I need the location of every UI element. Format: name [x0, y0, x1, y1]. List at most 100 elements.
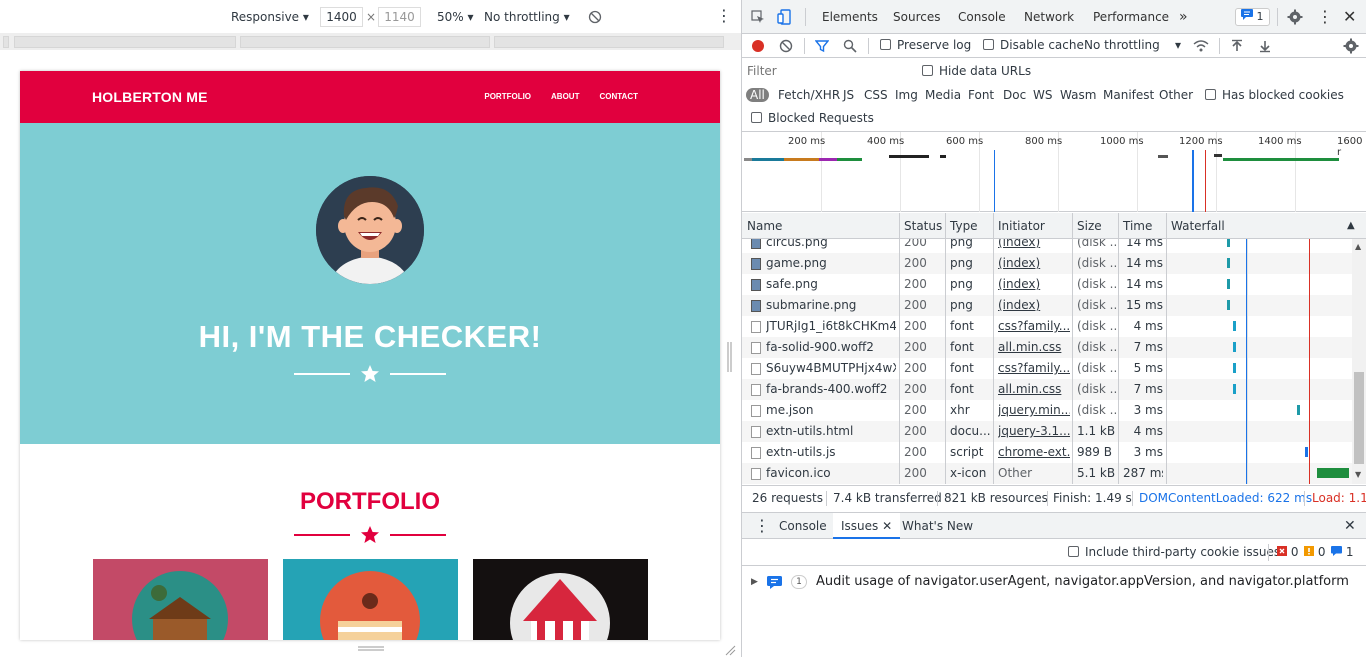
tab-sources[interactable]: Sources	[893, 0, 940, 34]
cell-initiator[interactable]: Other	[998, 463, 1070, 484]
network-overview-timeline[interactable]: 200 ms 400 ms 600 ms 800 ms 1000 ms 1200…	[742, 132, 1366, 212]
vertical-resize-handle[interactable]	[358, 645, 384, 653]
portfolio-card-circus[interactable]	[473, 559, 648, 640]
cell-initiator[interactable]: (index)	[998, 239, 1070, 253]
col-time[interactable]: Time	[1123, 213, 1152, 239]
nav-link-portfolio[interactable]: PORTFOLIO	[484, 71, 531, 123]
device-toggle-icon[interactable]	[777, 9, 793, 25]
cell-initiator[interactable]: all.min.css	[998, 337, 1070, 358]
corner-resize-icon[interactable]	[724, 644, 736, 656]
tab-performance[interactable]: Performance	[1093, 0, 1169, 34]
cell-name[interactable]: JTURjIg1_i6t8kCHKm4...	[766, 316, 896, 337]
disable-cache-checkbox[interactable]: Disable cache	[983, 34, 1084, 56]
cell-initiator[interactable]: jquery-3.1....	[998, 421, 1070, 442]
inspect-element-icon[interactable]	[751, 10, 765, 24]
column-separator[interactable]	[993, 213, 994, 239]
clear-icon[interactable]	[779, 39, 793, 53]
customize-menu-icon[interactable]: ⋮	[1317, 0, 1333, 34]
col-status[interactable]: Status	[904, 213, 942, 239]
cell-initiator[interactable]: (index)	[998, 253, 1070, 274]
scroll-down-icon[interactable]: ▼	[1355, 470, 1361, 479]
import-har-icon[interactable]	[1230, 39, 1244, 53]
table-row[interactable]: submarine.png 200 png (index) (disk ... 15 ms	[742, 295, 1352, 316]
more-tabs-icon[interactable]: »	[1179, 0, 1188, 34]
rotate-icon[interactable]	[588, 0, 602, 32]
cell-name[interactable]: circus.png	[766, 239, 896, 253]
tab-elements[interactable]: Elements	[822, 0, 878, 34]
cell-name[interactable]: favicon.ico	[766, 463, 896, 484]
cell-name[interactable]: me.json	[766, 400, 896, 421]
table-row[interactable]: fa-solid-900.woff2 200 font all.min.css (dis…	[742, 337, 1352, 358]
filter-type-ws[interactable]: WS	[1033, 84, 1052, 106]
column-separator[interactable]	[1072, 213, 1073, 239]
cell-name[interactable]: S6uyw4BMUTPHjx4wX...	[766, 358, 896, 379]
filter-type-font[interactable]: Font	[968, 84, 994, 106]
cell-name[interactable]: fa-solid-900.woff2	[766, 337, 896, 358]
settings-gear-icon[interactable]	[1287, 9, 1303, 25]
table-row[interactable]: JTURjIg1_i6t8kCHKm4... 200 font css?family.…	[742, 316, 1352, 337]
cell-name[interactable]: extn-utils.html	[766, 421, 896, 442]
column-separator[interactable]	[1166, 213, 1167, 239]
record-icon[interactable]	[751, 39, 765, 53]
filter-type-all[interactable]: All	[746, 84, 769, 106]
filter-type-js[interactable]: JS	[843, 84, 854, 106]
network-settings-gear-icon[interactable]	[1343, 38, 1359, 54]
table-row[interactable]: extn-utils.js 200 script chrome-ext... 989 B…	[742, 442, 1352, 463]
cell-name[interactable]: safe.png	[766, 274, 896, 295]
close-drawer-icon[interactable]: ✕	[1344, 513, 1356, 539]
filter-input[interactable]	[747, 62, 909, 80]
filter-type-doc[interactable]: Doc	[1003, 84, 1026, 106]
zoom-select[interactable]: 50% ▾	[437, 0, 474, 32]
viewport-width-input[interactable]: 1400	[320, 7, 363, 27]
nav-link-contact[interactable]: CONTACT	[599, 71, 638, 123]
cell-initiator[interactable]: (index)	[998, 295, 1070, 316]
tab-console[interactable]: Console	[958, 0, 1006, 34]
drawer-tab-issues[interactable]: Issues ✕	[833, 513, 901, 539]
filter-type-manifest[interactable]: Manifest	[1103, 84, 1154, 106]
issues-counter-button[interactable]: 1	[1235, 8, 1270, 26]
wifi-settings-icon[interactable]	[1193, 39, 1209, 53]
portfolio-card-cabin[interactable]	[93, 559, 268, 640]
cell-name[interactable]: fa-brands-400.woff2	[766, 379, 896, 400]
nav-link-about[interactable]: ABOUT	[551, 71, 579, 123]
include-third-party-checkbox[interactable]: Include third-party cookie issues	[1068, 539, 1280, 566]
table-row[interactable]: fa-brands-400.woff2 200 font all.min.css (di…	[742, 379, 1352, 400]
cell-initiator[interactable]: css?family...	[998, 316, 1070, 337]
table-row[interactable]: favicon.ico 200 x-icon Other 5.1 kB 287 ms	[742, 463, 1352, 484]
tab-network[interactable]: Network	[1014, 0, 1085, 36]
device-mode-select[interactable]: Responsive ▾	[231, 0, 309, 32]
cell-initiator[interactable]: jquery.min....	[998, 400, 1070, 421]
drawer-tab-whats-new[interactable]: What's New	[902, 513, 973, 539]
has-blocked-cookies-checkbox[interactable]: Has blocked cookies	[1205, 84, 1344, 106]
filter-type-wasm[interactable]: Wasm	[1060, 84, 1096, 106]
cell-name[interactable]: submarine.png	[766, 295, 896, 316]
viewport-height-input[interactable]: 1140	[378, 7, 421, 27]
requests-scrollbar[interactable]: ▲ ▼	[1352, 239, 1366, 484]
portfolio-card-cake[interactable]	[283, 559, 458, 640]
table-row[interactable]: me.json 200 xhr jquery.min.... (disk ... 3 ms	[742, 400, 1352, 421]
col-waterfall[interactable]: Waterfall	[1171, 213, 1225, 239]
scrollbar-thumb[interactable]	[1354, 372, 1364, 464]
blocked-requests-checkbox[interactable]: Blocked Requests	[751, 107, 874, 129]
cell-initiator[interactable]: all.min.css	[998, 379, 1070, 400]
table-row[interactable]: game.png 200 png (index) (disk ... 14 ms	[742, 253, 1352, 274]
filter-type-other[interactable]: Other	[1159, 84, 1193, 106]
close-devtools-icon[interactable]: ✕	[1343, 0, 1356, 34]
column-separator[interactable]	[945, 213, 946, 239]
issue-row[interactable]: ▶ 1 Audit usage of navigator.userAgent, …	[742, 566, 1366, 598]
drawer-menu-icon[interactable]: ⋮	[754, 513, 770, 539]
drawer-tab-console[interactable]: Console	[779, 513, 827, 539]
column-separator[interactable]	[899, 213, 900, 239]
cell-initiator[interactable]: css?family...	[998, 358, 1070, 379]
close-tab-icon[interactable]: ✕	[882, 519, 892, 533]
col-size[interactable]: Size	[1077, 213, 1102, 239]
sort-up-icon[interactable]: ▲	[1347, 213, 1355, 239]
scroll-up-icon[interactable]: ▲	[1355, 242, 1361, 251]
table-row[interactable]: safe.png 200 png (index) (disk ... 14 ms	[742, 274, 1352, 295]
cell-initiator[interactable]: chrome-ext...	[998, 442, 1070, 463]
cell-name[interactable]: game.png	[766, 253, 896, 274]
filter-type-css[interactable]: CSS	[864, 84, 888, 106]
filter-icon[interactable]	[815, 39, 829, 53]
network-throttling-select[interactable]: No throttling ▾	[1084, 34, 1181, 56]
table-row[interactable]: S6uyw4BMUTPHjx4wX... 200 font css?family...…	[742, 358, 1352, 379]
